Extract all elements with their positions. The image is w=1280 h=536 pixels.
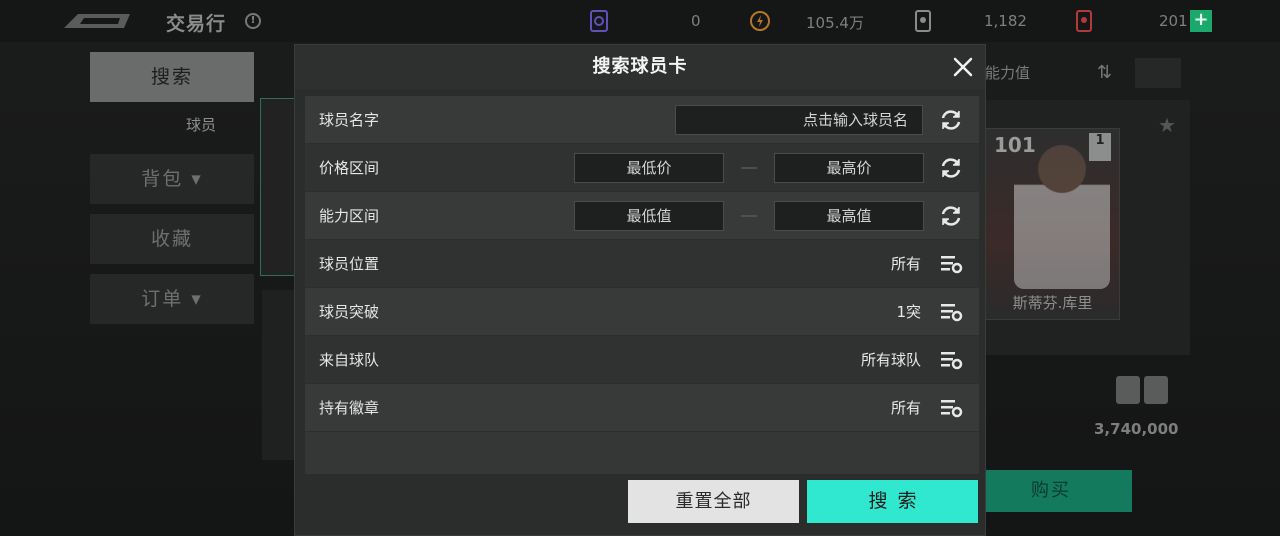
badges-value: 所有 (890, 399, 921, 417)
search-modal: 搜索球员卡 球员名字 点击输入球员名 价格区间 最低价 最高价 能力区间 最低值… (294, 44, 986, 536)
row-position[interactable]: 球员位置 所有 (305, 240, 979, 288)
currency-red-value: 201 (1159, 12, 1188, 30)
row-label: 价格区间 (319, 159, 380, 177)
buy-button[interactable]: 购买 (970, 470, 1132, 512)
min-ability-input[interactable]: 最低值 (574, 201, 724, 231)
row-label: 持有徽章 (319, 399, 380, 417)
reset-refresh-icon[interactable] (939, 156, 963, 180)
row-label: 球员位置 (319, 255, 380, 273)
card-token-icon (915, 10, 931, 32)
lock-icon (1116, 376, 1140, 404)
background-card (262, 290, 296, 460)
card-level: 1 (1089, 133, 1111, 161)
info-icon[interactable]: ! (245, 13, 261, 29)
background-card (260, 98, 296, 276)
star-icon[interactable]: ★ (1158, 113, 1176, 137)
price-label: 3,740,000 (1094, 420, 1179, 438)
list-settings-icon[interactable] (939, 252, 963, 276)
app-logo-icon (64, 14, 130, 28)
player-name: 斯蒂芬.库里 (1012, 294, 1093, 312)
search-button[interactable]: 搜索 (807, 480, 978, 523)
min-price-input[interactable]: 最低价 (574, 153, 724, 183)
player-portrait (1014, 139, 1110, 289)
ticket-icon (590, 10, 608, 32)
sort-icon[interactable]: ⇅ (1097, 62, 1112, 83)
row-breakthrough[interactable]: 球员突破 1突 (305, 288, 979, 336)
currency-ticket-value: 0 (691, 12, 701, 30)
reset-refresh-icon[interactable] (939, 204, 963, 228)
range-dash (741, 215, 757, 217)
nav-favorites[interactable]: 收藏 (90, 214, 254, 264)
row-player-name: 球员名字 点击输入球员名 (305, 96, 979, 144)
row-team[interactable]: 来自球队 所有球队 (305, 336, 979, 384)
nav-sub-player[interactable]: 球员 (186, 114, 216, 135)
red-token-icon (1076, 10, 1092, 32)
card-rating: 101 (994, 133, 1036, 157)
page-title: 交易行 (166, 13, 227, 35)
row-label: 球员名字 (319, 111, 380, 129)
row-label: 球员突破 (319, 303, 380, 321)
list-settings-icon[interactable] (939, 396, 963, 420)
lock-icon (1144, 376, 1168, 404)
team-value: 所有球队 (860, 351, 921, 369)
filter-list: 球员名字 点击输入球员名 价格区间 最低价 最高价 能力区间 最低值 最高值 球… (305, 96, 979, 474)
add-currency-button[interactable]: + (1190, 10, 1212, 32)
nav-backpack[interactable]: 背包 ▾ (90, 154, 254, 204)
ability-sort-label: 能力值 (985, 64, 1031, 82)
breakthrough-value: 1突 (896, 303, 921, 321)
nav-search[interactable]: 搜索 (90, 52, 254, 102)
max-price-input[interactable]: 最高价 (774, 153, 924, 183)
list-settings-icon[interactable] (939, 348, 963, 372)
max-ability-input[interactable]: 最高值 (774, 201, 924, 231)
list-settings-icon[interactable] (939, 300, 963, 324)
currency-coin-value: 105.4万 (806, 14, 864, 32)
row-badges[interactable]: 持有徽章 所有 (305, 384, 979, 432)
row-label: 能力区间 (319, 207, 380, 225)
row-price-range: 价格区间 最低价 最高价 (305, 144, 979, 192)
reset-refresh-icon[interactable] (939, 108, 963, 132)
position-value: 所有 (890, 255, 921, 273)
player-card: 101 1 斯蒂芬.库里 (985, 128, 1120, 320)
modal-header: 搜索球员卡 (295, 45, 985, 89)
player-name-input[interactable]: 点击输入球员名 (675, 105, 923, 135)
row-label: 来自球队 (319, 351, 380, 369)
nav-orders[interactable]: 订单 ▾ (90, 274, 254, 324)
row-ability-range: 能力区间 最低值 最高值 (305, 192, 979, 240)
currency-card-value: 1,182 (984, 12, 1027, 30)
reset-all-button[interactable]: 重置全部 (628, 480, 799, 523)
modal-title: 搜索球员卡 (592, 56, 688, 77)
close-icon[interactable] (951, 55, 975, 79)
person-filter-icon[interactable] (1135, 58, 1181, 88)
range-dash (741, 167, 757, 169)
top-bar: 交易行 ! 0 105.4万 1,182 201 + (0, 0, 1280, 42)
coin-icon (750, 11, 770, 31)
